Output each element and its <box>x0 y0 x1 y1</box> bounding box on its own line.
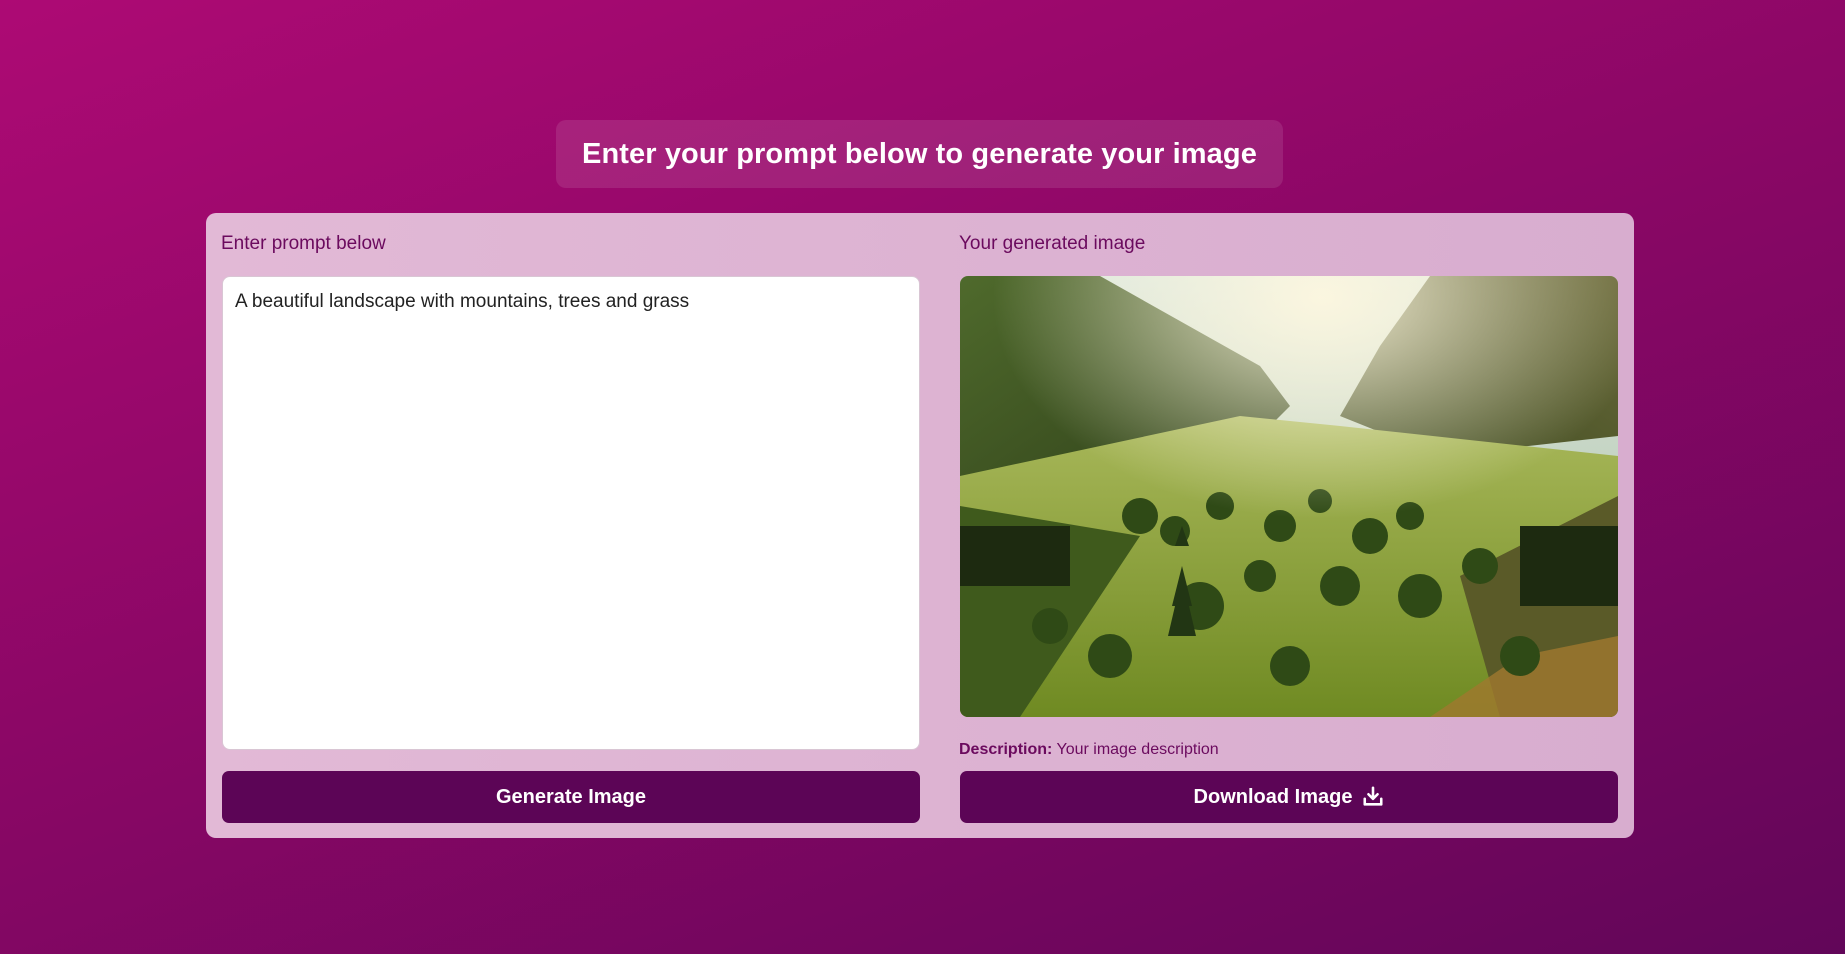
prompt-label: Enter prompt below <box>221 233 386 254</box>
download-icon <box>1362 786 1384 808</box>
prompt-textarea[interactable]: A beautiful landscape with mountains, tr… <box>222 276 920 750</box>
generator-card: Enter prompt below Your generated image … <box>206 213 1634 838</box>
generate-image-button[interactable]: Generate Image <box>222 771 920 823</box>
description-value: Your image description <box>1056 741 1219 758</box>
image-description: Description: Your image description <box>959 741 1219 759</box>
generated-image-label: Your generated image <box>959 233 1146 254</box>
landscape-image <box>960 276 1618 717</box>
generated-image <box>960 276 1618 717</box>
page-title: Enter your prompt below to generate your… <box>582 137 1257 170</box>
download-image-button[interactable]: Download Image <box>960 771 1618 823</box>
generate-image-button-label: Generate Image <box>495 785 647 808</box>
page-title-container: Enter your prompt below to generate your… <box>556 120 1283 188</box>
download-image-button-label: Download Image <box>1193 785 1353 808</box>
description-label: Description: <box>959 741 1053 758</box>
